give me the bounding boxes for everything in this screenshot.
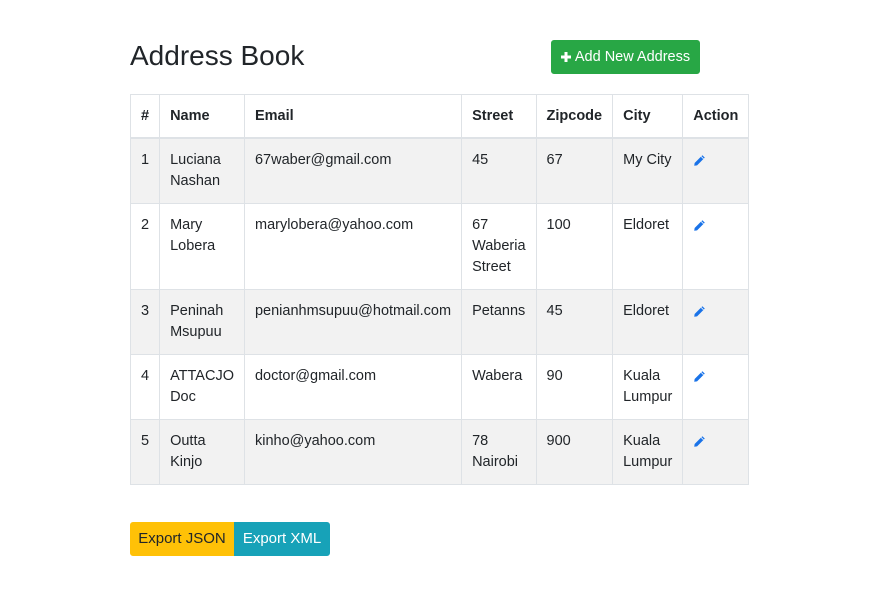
cell-action bbox=[682, 137, 750, 204]
cell-email: marylobera@yahoo.com bbox=[243, 203, 463, 290]
add-new-address-button[interactable]: Add New Address bbox=[551, 40, 700, 74]
cell-zipcode: 100 bbox=[535, 203, 614, 290]
table-row: 2 Mary Lobera marylobera@yahoo.com 67 Wa… bbox=[129, 203, 750, 290]
cell-email: 67waber@gmail.com bbox=[243, 137, 463, 204]
header-city: City bbox=[612, 94, 684, 139]
pencil-icon[interactable] bbox=[693, 154, 706, 167]
header-email: Email bbox=[243, 94, 463, 139]
cell-street: 78 Nairobi bbox=[461, 419, 537, 485]
cell-street: 45 bbox=[461, 137, 537, 204]
table-row: 3 Peninah Msupuu penianhmsupuu@hotmail.c… bbox=[129, 289, 750, 355]
cell-name: Luciana Nashan bbox=[159, 137, 245, 204]
plus-icon bbox=[560, 52, 571, 62]
cell-street: Wabera bbox=[461, 354, 537, 420]
export-json-button[interactable]: Export JSON bbox=[130, 522, 234, 556]
pencil-icon[interactable] bbox=[693, 305, 706, 318]
cell-email: penianhmsupuu@hotmail.com bbox=[243, 289, 463, 355]
cell-number: 3 bbox=[129, 289, 161, 355]
cell-city: Eldoret bbox=[612, 289, 684, 355]
pencil-icon[interactable] bbox=[693, 219, 706, 232]
cell-email: doctor@gmail.com bbox=[243, 354, 463, 420]
cell-number: 2 bbox=[129, 203, 161, 290]
cell-name: Outta Kinjo bbox=[159, 419, 245, 485]
cell-zipcode: 45 bbox=[535, 289, 614, 355]
cell-action bbox=[682, 354, 750, 420]
table-row: 4 ATTACJO Doc doctor@gmail.com Wabera 90… bbox=[129, 354, 750, 420]
cell-name: ATTACJO Doc bbox=[159, 354, 245, 420]
cell-street: Petanns bbox=[461, 289, 537, 355]
cell-city: My City bbox=[612, 137, 684, 204]
pencil-icon[interactable] bbox=[693, 370, 706, 383]
export-xml-button[interactable]: Export XML bbox=[234, 522, 330, 556]
cell-action bbox=[682, 289, 750, 355]
cell-name: Mary Lobera bbox=[159, 203, 245, 290]
header-name: Name bbox=[159, 94, 245, 139]
page-title: Address Book bbox=[130, 40, 305, 71]
cell-zipcode: 90 bbox=[535, 354, 614, 420]
table-row: 5 Outta Kinjo kinho@yahoo.com 78 Nairobi… bbox=[129, 419, 750, 485]
cell-number: 4 bbox=[129, 354, 161, 420]
table-row: 1 Luciana Nashan 67waber@gmail.com 45 67… bbox=[129, 137, 750, 204]
cell-number: 5 bbox=[129, 419, 161, 485]
pencil-icon[interactable] bbox=[693, 435, 706, 448]
cell-zipcode: 67 bbox=[535, 137, 614, 204]
header-action: Action bbox=[682, 94, 750, 139]
address-table: # Name Email Street Zipcode City Action … bbox=[129, 94, 750, 485]
header-number: # bbox=[129, 94, 161, 139]
cell-city: Eldoret bbox=[612, 203, 684, 290]
cell-action bbox=[682, 203, 750, 290]
cell-city: Kuala Lumpur bbox=[612, 419, 684, 485]
table-header-row: # Name Email Street Zipcode City Action bbox=[129, 94, 750, 139]
cell-email: kinho@yahoo.com bbox=[243, 419, 463, 485]
cell-street: 67 Waberia Street bbox=[461, 203, 537, 290]
cell-zipcode: 900 bbox=[535, 419, 614, 485]
cell-city: Kuala Lumpur bbox=[612, 354, 684, 420]
add-new-address-label: Add New Address bbox=[574, 49, 691, 65]
cell-number: 1 bbox=[129, 137, 161, 204]
header-zipcode: Zipcode bbox=[535, 94, 614, 139]
cell-name: Peninah Msupuu bbox=[159, 289, 245, 355]
cell-action bbox=[682, 419, 750, 485]
header-street: Street bbox=[461, 94, 537, 139]
